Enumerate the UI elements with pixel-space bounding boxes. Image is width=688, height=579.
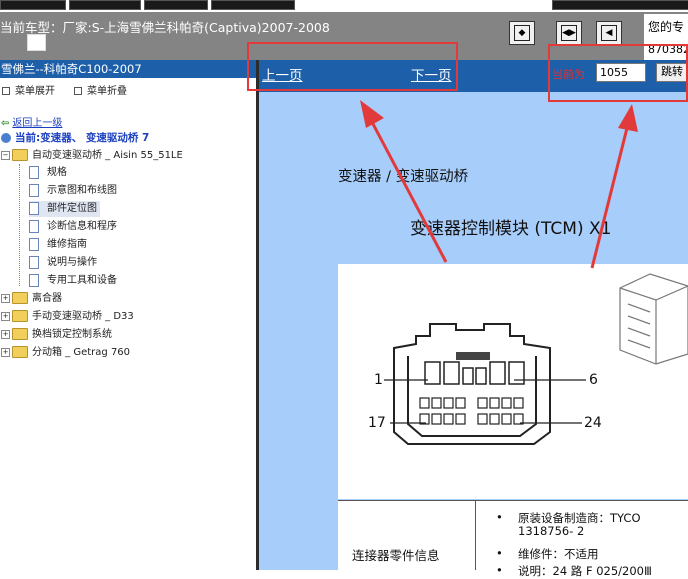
annotation-arrows: [360, 100, 638, 269]
